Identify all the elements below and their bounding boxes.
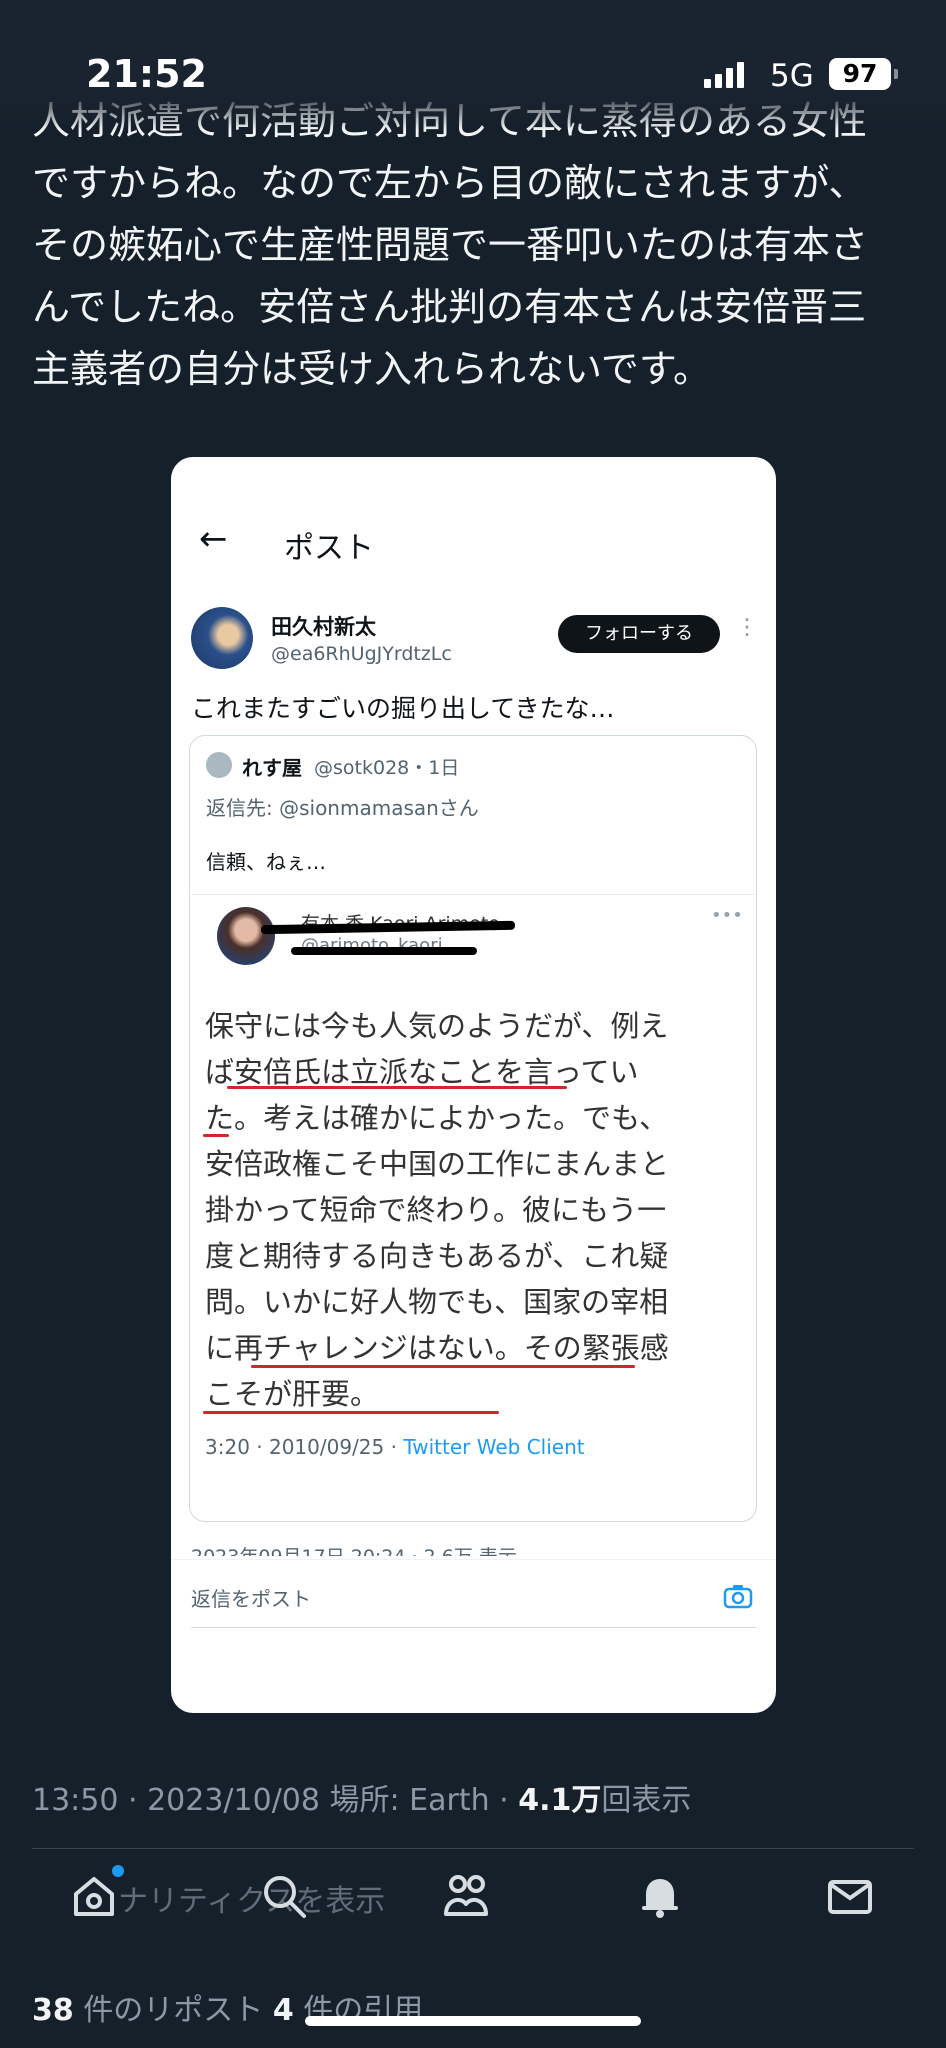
- screenshot-line: 問。いかに好人物でも、国家の宰相: [205, 1285, 669, 1319]
- reply-input: 返信をポスト: [191, 1587, 311, 1611]
- embedded-screenshot[interactable]: ← ポスト 田久村新太 @ea6RhUgJYrdtzLc フォローする ⋮ これ…: [171, 457, 776, 1713]
- home-icon: [74, 1877, 114, 1916]
- communities-tab[interactable]: [440, 1870, 510, 1940]
- quoted-post: れす屋 @sotk028・1日 返信先: @sionmamasanさん 信頼、ね…: [189, 735, 757, 1522]
- more-icon: ⋮: [736, 615, 758, 640]
- network-label: 5G: [770, 58, 814, 94]
- red-underline: [203, 1411, 499, 1414]
- mail-icon: [828, 1880, 872, 1914]
- divider: [171, 1559, 776, 1560]
- post-body: 人材派遣で何活動ご対向して本に蒸得のある女性 ですからね。なので左から目の敵にさ…: [32, 90, 922, 400]
- post-line: 主義者の自分は受け入れられないです。: [32, 347, 712, 391]
- messages-tab[interactable]: [824, 1870, 894, 1940]
- bell-icon: [642, 1879, 678, 1918]
- status-bar: 21:52 5G 97: [0, 0, 946, 130]
- screenshot-text: 保守には今も人気のようだが、例え ば安倍氏は立派なことを言ってい た。考えは確か…: [205, 1003, 725, 1417]
- battery-icon: 97: [829, 58, 898, 90]
- screenshot-line: 保守には今も人気のようだが、例え: [205, 1009, 669, 1043]
- screenshot-timestamp: 3:20 · 2010/09/25 · Twitter Web Client: [205, 1435, 585, 1459]
- screenshot-line: た。考えは確かによかった。でも、: [205, 1101, 669, 1135]
- embed-title: ポスト: [284, 531, 374, 566]
- screenshot-line: 度と期待する向きもあるが、これ疑: [205, 1239, 669, 1273]
- red-underline: [227, 1086, 567, 1089]
- signal-icon: [704, 62, 744, 88]
- notifications-tab[interactable]: [634, 1870, 704, 1940]
- more-icon: •••: [711, 905, 743, 926]
- screenshot-line: 安倍政権こそ中国の工作にまんまと: [205, 1147, 670, 1181]
- divider: [191, 1627, 756, 1628]
- embed-post-text: これまたすごいの掘り出してきたな…: [191, 694, 615, 723]
- communities-icon: [444, 1875, 488, 1916]
- post-meta: 13:50 · 2023/10/08 場所: Earth · 4.1万回表示: [32, 1783, 692, 1818]
- quote-avatar: [206, 752, 232, 778]
- quote-name: れす屋: [242, 756, 302, 780]
- red-underline: [203, 1134, 229, 1137]
- view-count: 4.1万: [518, 1783, 602, 1818]
- avatar: [191, 607, 253, 669]
- post-line: ですからね。なので左から目の敵にされますが、: [32, 161, 867, 205]
- screenshot-tweet: 有本 香 Kaori Arimoto @arimoto_kaori ••• 保守…: [191, 894, 755, 1510]
- embed-cut-timestamp: 2023年09月17日 20:24 · 2.6万 表示: [191, 1542, 517, 1556]
- camera-icon: [723, 1585, 753, 1609]
- author-name: 田久村新太: [271, 615, 376, 639]
- divider: [32, 1848, 914, 1849]
- screenshot-line: 掛かって短命で終わり。彼にもう一: [205, 1193, 667, 1227]
- redaction-mark: [291, 947, 477, 955]
- author-handle: @ea6RhUgJYrdtzLc: [271, 643, 452, 665]
- back-arrow-icon: ←: [199, 519, 228, 559]
- post-line: その嫉妬心で生産性問題で一番叩いたのは有本さ: [32, 223, 869, 267]
- embed-header: ← ポスト: [171, 457, 776, 587]
- quote-reply-to: 返信先: @sionmamasanさん: [206, 796, 479, 820]
- follow-button: フォローする: [558, 615, 720, 653]
- post-line: んでしたね。安倍さん批判の有本さんは安倍晋三: [32, 285, 867, 329]
- home-indicator[interactable]: [305, 2016, 641, 2026]
- search-tab[interactable]: [258, 1870, 328, 1940]
- red-underline: [251, 1365, 635, 1368]
- quote-handle: @sotk028・1日: [314, 757, 460, 779]
- home-tab[interactable]: [68, 1870, 138, 1940]
- search-icon: [264, 1876, 306, 1918]
- clock: 21:52: [86, 52, 207, 96]
- notification-dot: [112, 1865, 124, 1877]
- quote-text: 信頼、ねぇ…: [206, 850, 326, 874]
- avatar: [217, 907, 275, 965]
